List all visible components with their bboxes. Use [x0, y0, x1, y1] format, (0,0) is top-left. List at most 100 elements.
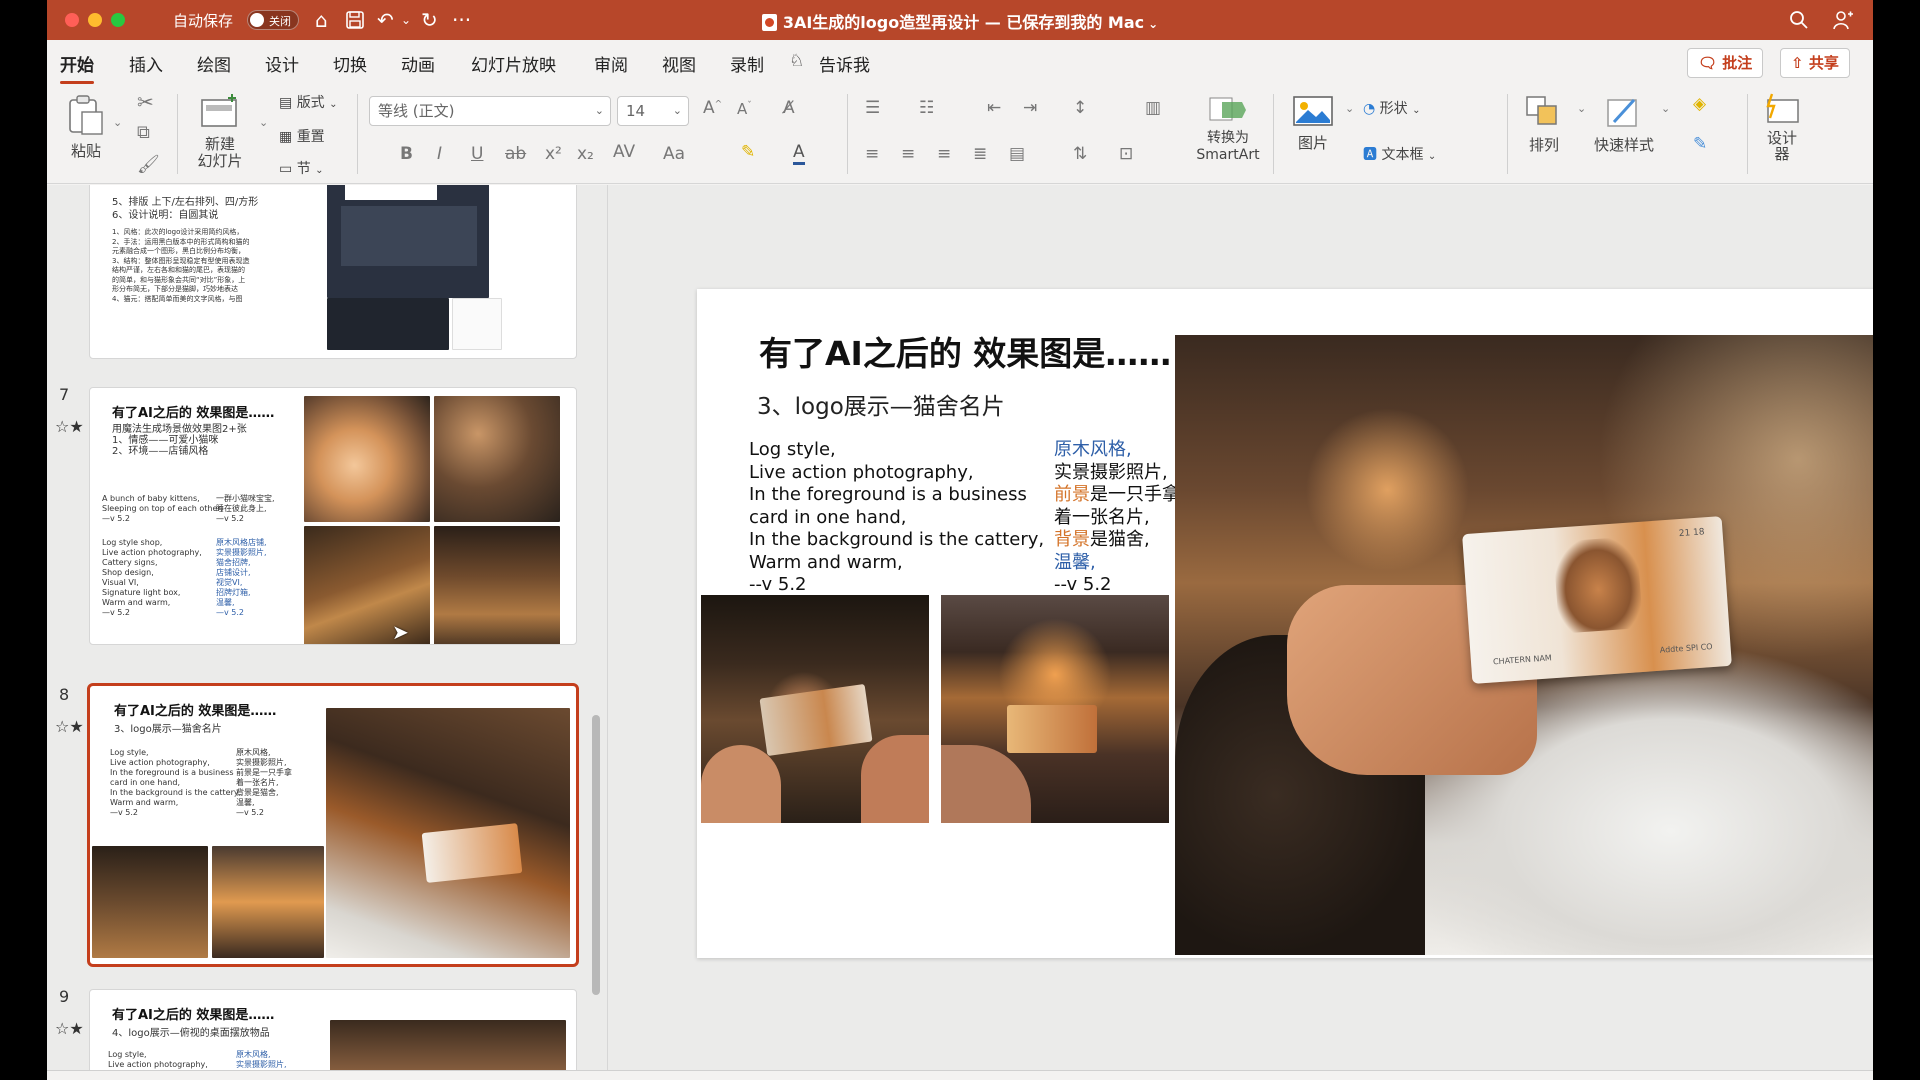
strikethrough-icon[interactable]: ab — [505, 144, 526, 164]
shape-outline-icon[interactable]: ✎ — [1693, 134, 1707, 154]
font-size-select[interactable]: 14 ⌄ — [617, 96, 689, 126]
grow-font-icon[interactable]: A^ — [703, 98, 722, 118]
tab-animations[interactable]: 动画 — [401, 51, 435, 76]
slide-subtitle[interactable]: 3、logo展示—猫舍名片 — [757, 387, 1005, 421]
tab-draw[interactable]: 绘图 — [197, 51, 231, 76]
cattery-card-image — [212, 846, 324, 958]
shrink-font-icon[interactable]: Aˇ — [737, 100, 752, 118]
tab-review[interactable]: 审阅 — [594, 51, 628, 76]
ribbon-separator — [1507, 94, 1508, 174]
slide-thumbnail-6[interactable]: 5、排版 上下/左右排列、四/方形 6、设计说明：自圆其说 1、风格：此次的lo… — [89, 185, 577, 359]
increase-indent-icon[interactable]: ⇥ — [1023, 98, 1037, 118]
section-button[interactable]: ▭ 节 ⌄ — [279, 158, 324, 178]
quick-styles-dropdown-icon[interactable]: ⌄ — [1661, 102, 1670, 115]
bold-icon[interactable]: B — [400, 144, 413, 164]
search-icon[interactable] — [1789, 6, 1809, 37]
text-direction-icon[interactable]: ⇅ — [1073, 144, 1087, 164]
tab-view[interactable]: 视图 — [662, 51, 696, 76]
arrange-button[interactable]: 排列 — [1517, 94, 1571, 155]
highlight-icon[interactable]: ✎ — [741, 142, 755, 162]
layout-button[interactable]: ▤ 版式 ⌄ — [279, 92, 338, 112]
document-title[interactable]: 3AI生成的logo造型再设计 — 已保存到我的 Mac ⌄ — [47, 9, 1873, 33]
tab-record[interactable]: 录制 — [730, 51, 764, 76]
tab-design[interactable]: 设计 — [265, 51, 299, 76]
paste-button[interactable]: 粘贴 — [63, 94, 109, 161]
reset-button[interactable]: ▦ 重置 — [279, 126, 325, 146]
clear-formatting-icon[interactable]: A̸ — [783, 98, 795, 118]
current-slide[interactable]: 有了AI之后的 效果图是…… 3、logo展示—猫舍名片 Log style, … — [697, 289, 1873, 958]
align-right-icon[interactable]: ≡ — [937, 144, 951, 164]
font-color-icon[interactable]: A — [793, 142, 805, 165]
cattery-card-image[interactable] — [941, 595, 1169, 823]
english-prompt-textbox[interactable]: Log style, Live action photography, In t… — [749, 439, 1044, 597]
share-people-icon[interactable] — [1833, 6, 1855, 37]
justify-icon[interactable]: ≣ — [973, 144, 987, 164]
tab-insert[interactable]: 插入 — [129, 51, 163, 76]
main-business-card-image[interactable]: 21 18 CHATERN NAM Addte SPI CO — [1175, 335, 1873, 955]
bullets-icon[interactable]: ☰ — [865, 98, 880, 118]
card-left-text: CHATERN NAM — [1492, 653, 1553, 667]
arrange-dropdown-icon[interactable]: ⌄ — [1577, 102, 1586, 115]
decrease-indent-icon[interactable]: ⇤ — [987, 98, 1001, 118]
align-center-icon[interactable]: ≡ — [901, 144, 915, 164]
picture-button[interactable]: 图片 — [1287, 94, 1339, 153]
thumb-text: 用魔法生成场景做效果图2+张 1、情感——可爱小猫咪 2、环境——店铺风格 — [112, 424, 247, 457]
prompt-line: In the foreground is a business — [749, 484, 1027, 505]
ribbon-home: 粘贴 ⌄ ✂ ⧉ 🖌 新建 幻灯片 ⌄ ▤ 版式 ⌄ ▦ 重置 ▭ 节 ⌄ 等线… — [47, 84, 1873, 184]
paste-label: 粘贴 — [70, 142, 101, 160]
convert-smartart-button[interactable]: 转换为 SmartArt — [1195, 94, 1261, 164]
italic-icon[interactable]: I — [437, 144, 442, 164]
comment-icon: 🗨 — [1698, 54, 1718, 72]
numbering-icon[interactable]: ☷ — [919, 98, 934, 118]
thumbnails-scrollbar[interactable] — [592, 715, 600, 995]
slide-thumbnail-8[interactable]: 有了AI之后的 效果图是…… 3、logo展示—猫舍名片 Log style, … — [87, 683, 579, 967]
new-slide-label: 新建 — [204, 135, 235, 153]
quick-styles-icon — [1607, 98, 1637, 127]
chinese-prompt-textbox[interactable]: 原木风格, 实景摄影照片, 前景是一只手拿 着一张名片, 背景是猫舍, 温馨, … — [1054, 439, 1180, 597]
slide-title[interactable]: 有了AI之后的 效果图是…… — [759, 327, 1171, 375]
align-left-icon[interactable]: ≡ — [865, 144, 879, 164]
font-size-value: 14 — [626, 102, 646, 120]
copy-icon[interactable]: ⧉ — [137, 122, 150, 143]
slide-thumbnail-7[interactable]: 有了AI之后的 效果图是…… 用魔法生成场景做效果图2+张 1、情感——可爱小猫… — [89, 387, 577, 645]
new-slide-button[interactable]: 新建 幻灯片 — [189, 92, 251, 170]
designer-button[interactable]: 设计 器 — [1757, 92, 1807, 162]
slide-editor[interactable]: 有了AI之后的 效果图是…… 3、logo展示—猫舍名片 Log style, … — [607, 185, 1873, 1070]
share-button[interactable]: ⇧ 共享 — [1780, 48, 1850, 78]
line-spacing-icon[interactable]: ↕ — [1073, 98, 1087, 118]
slide-thumbnails-pane[interactable]: 5、排版 上下/左右排列、四/方形 6、设计说明：自圆其说 1、风格：此次的lo… — [47, 185, 607, 1070]
font-name-select[interactable]: 等线 (正文) ⌄ — [369, 96, 611, 126]
align-text-icon[interactable]: ⊡ — [1119, 144, 1133, 164]
format-painter-icon[interactable]: 🖌 — [137, 154, 160, 175]
reset-label: 重置 — [296, 129, 325, 145]
paste-dropdown-icon[interactable]: ⌄ — [113, 116, 122, 129]
slide-thumbnail-9[interactable]: 有了AI之后的 效果图是…… 4、logo展示—俯视的桌面摆放物品 Log st… — [89, 989, 577, 1070]
layout-icon: ▤ — [279, 95, 293, 111]
cut-icon[interactable]: ✂ — [137, 90, 154, 114]
picture-dropdown-icon[interactable]: ⌄ — [1345, 102, 1354, 115]
shapes-button[interactable]: ◔ 形状 ⌄ — [1363, 98, 1421, 118]
card-in-hands-image[interactable] — [701, 595, 929, 823]
quick-styles-button[interactable]: 快速样式 — [1591, 94, 1657, 155]
character-spacing-icon[interactable]: AV — [613, 142, 635, 162]
tab-transitions[interactable]: 切换 — [333, 51, 367, 76]
textbox-button[interactable]: 🅰 文本框 ⌄ — [1363, 144, 1436, 164]
subscript-icon[interactable]: x₂ — [577, 144, 594, 164]
new-slide-dropdown-icon[interactable]: ⌄ — [259, 116, 268, 129]
smartart-icon — [1209, 97, 1246, 121]
change-case-icon[interactable]: Aa — [663, 144, 685, 164]
prompt-line: 原木风格, — [1054, 439, 1132, 460]
tab-slideshow[interactable]: 幻灯片放映 — [471, 51, 556, 76]
columns-icon[interactable]: ▥ — [1145, 98, 1161, 118]
document-title-text: 3AI生成的logo造型再设计 — 已保存到我的 Mac — [782, 13, 1145, 32]
shape-fill-icon[interactable]: ◈ — [1693, 94, 1706, 114]
superscript-icon[interactable]: x² — [545, 144, 562, 164]
underline-icon[interactable]: U — [471, 144, 483, 164]
highlight-word: 背景 — [1054, 529, 1090, 550]
tab-tell-me[interactable]: 告诉我 — [819, 51, 870, 76]
ribbon-separator — [177, 94, 178, 174]
comments-button[interactable]: 🗨 批注 — [1687, 48, 1764, 78]
ribbon-separator — [1747, 94, 1748, 174]
tab-home[interactable]: 开始 — [60, 51, 94, 84]
distributed-icon[interactable]: ▤ — [1009, 144, 1025, 164]
